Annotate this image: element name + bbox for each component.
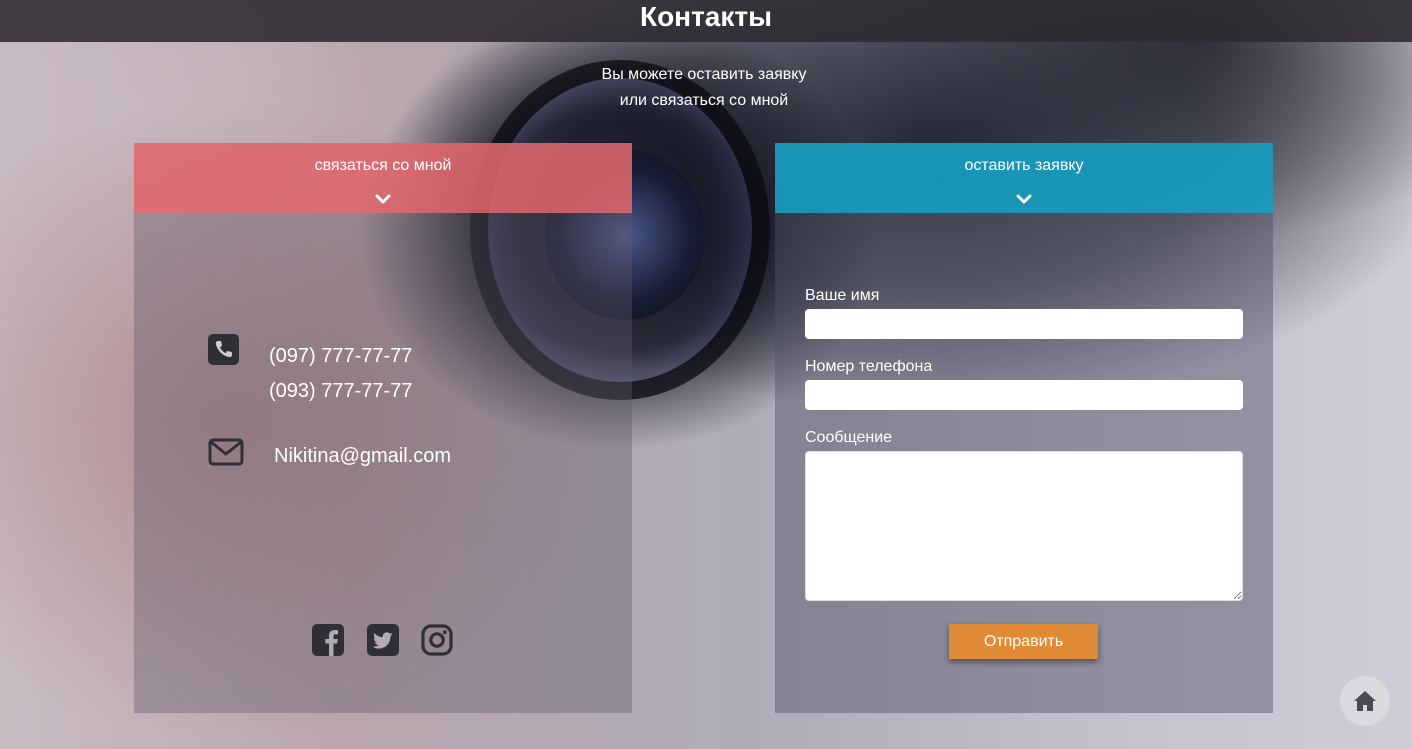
name-field[interactable]	[805, 309, 1243, 339]
page-header: Контакты	[0, 0, 1412, 42]
message-field[interactable]	[805, 451, 1243, 601]
contact-panel: связаться со мной (097) 777-77-77 (093) …	[134, 143, 632, 713]
twitter-icon[interactable]	[367, 624, 399, 656]
contact-panel-title: связаться со мной	[314, 157, 452, 174]
intro-line-2: или связаться со мной	[619, 92, 789, 109]
intro-line-1: Вы можете оставить заявку	[601, 66, 807, 83]
email-link[interactable]: Nikitina@gmail.com	[274, 444, 451, 468]
name-label: Ваше имя	[805, 287, 880, 304]
envelope-icon	[208, 438, 244, 466]
chevron-down-icon	[1016, 194, 1032, 204]
phone-number-1[interactable]: (097) 777-77-77	[269, 344, 412, 368]
request-panel-header[interactable]: оставить заявку	[775, 143, 1273, 213]
contact-panel-header[interactable]: связаться со мной	[134, 143, 632, 213]
instagram-icon[interactable]	[421, 624, 453, 656]
phone-number-2[interactable]: (093) 777-77-77	[269, 379, 412, 403]
facebook-icon[interactable]	[312, 624, 344, 656]
request-panel-title: оставить заявку	[964, 157, 1084, 174]
request-form-panel: оставить заявку Ваше имя Номер телефона …	[775, 143, 1273, 713]
home-icon	[1354, 691, 1376, 711]
phone-field[interactable]	[805, 380, 1243, 410]
home-button[interactable]	[1340, 676, 1390, 726]
page-title: Контакты	[639, 1, 773, 32]
message-label: Сообщение	[805, 429, 893, 446]
chevron-down-icon	[375, 194, 391, 204]
phone-label: Номер телефона	[805, 358, 933, 375]
phone-icon	[208, 334, 239, 365]
submit-button[interactable]: Отправить	[949, 624, 1098, 659]
intro-text: Вы можете оставить заявку или связаться …	[560, 62, 848, 114]
